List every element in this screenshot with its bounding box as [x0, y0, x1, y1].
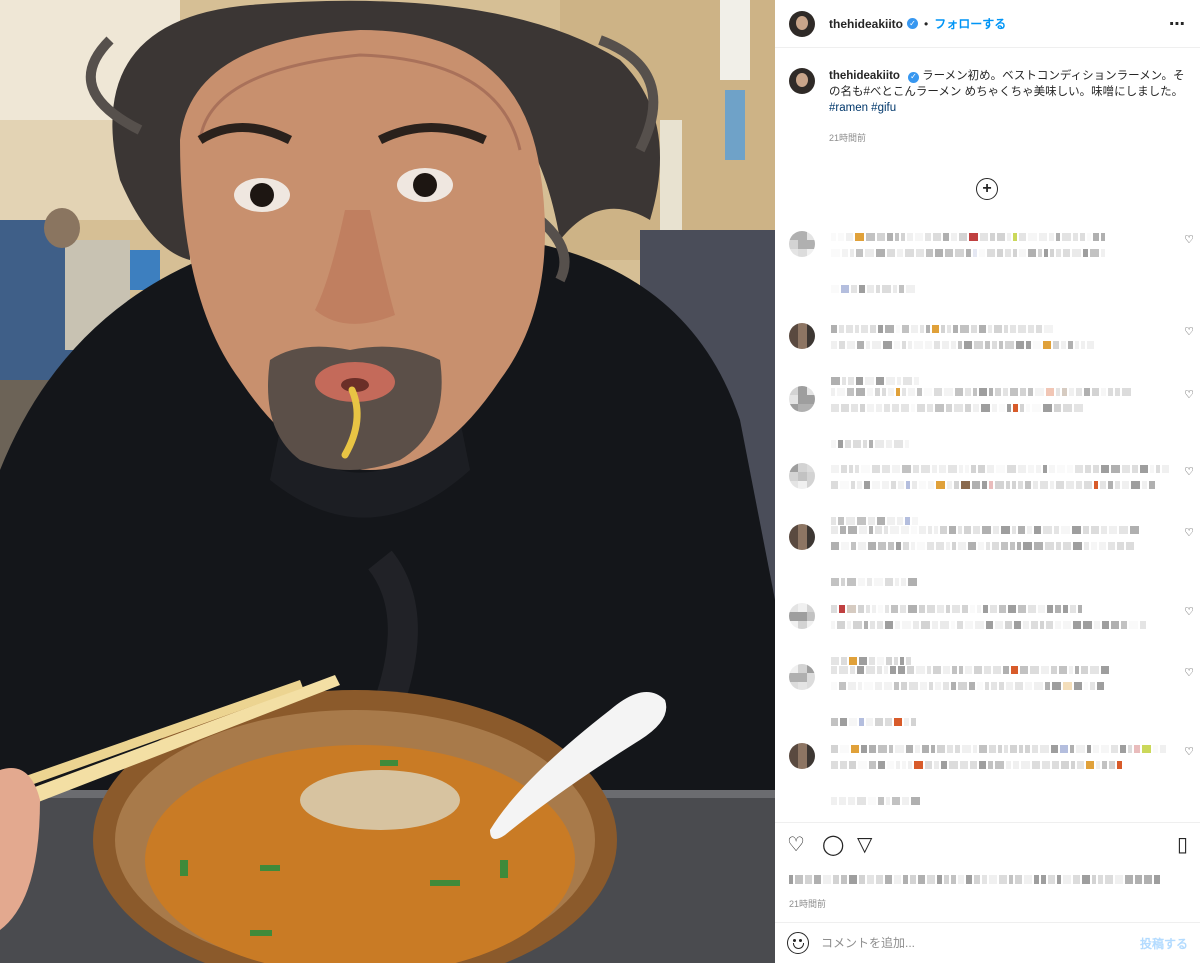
comment-row: ♡: [789, 225, 1194, 295]
comment-row: ♡: [789, 658, 1194, 728]
heart-icon[interactable]: ♡: [787, 835, 805, 855]
caption-username[interactable]: thehideakiito: [829, 70, 900, 82]
commenter-avatar[interactable]: [789, 524, 815, 550]
comment-heart-icon[interactable]: ♡: [1184, 325, 1194, 338]
add-comment-bar: 投稿する: [775, 922, 1200, 963]
comment-text-redacted: [831, 542, 1134, 550]
comment-text-redacted: [831, 404, 1083, 412]
commenter-avatar[interactable]: [789, 603, 815, 629]
post-side-panel: thehideakiito ✓ • フォローする ⋯ thehideakiito…: [775, 0, 1200, 963]
header-separator: •: [924, 16, 929, 31]
bookmark-icon[interactable]: ▯: [1177, 835, 1188, 855]
commenter-avatar[interactable]: [789, 743, 815, 769]
caption-timestamp: 21時間前: [829, 133, 867, 143]
commenter-avatar[interactable]: [789, 463, 815, 489]
likes-line-redacted: [789, 875, 1160, 884]
comment-text-redacted: [831, 341, 1094, 349]
comment-text-redacted: [831, 745, 1166, 753]
comment-input[interactable]: [821, 936, 1121, 950]
comment-row: ♡: [789, 737, 1194, 807]
caption-hashtags[interactable]: #ramen #gifu: [829, 102, 896, 114]
comment-text-redacted: [831, 526, 1139, 534]
share-icon[interactable]: ▽: [857, 835, 872, 855]
more-options-icon[interactable]: ⋯: [1169, 14, 1186, 34]
commenter-avatar[interactable]: [789, 386, 815, 412]
post-photo[interactable]: [0, 0, 775, 963]
comment-row: ♡: [789, 380, 1194, 450]
post-header: thehideakiito ✓ • フォローする ⋯: [775, 0, 1200, 48]
comment-text-redacted: [831, 388, 1131, 396]
comment-text-redacted: [831, 761, 1122, 769]
comment-text-redacted: [831, 578, 917, 586]
comment-heart-icon[interactable]: ♡: [1184, 465, 1194, 478]
comment-row: ♡: [789, 317, 1194, 387]
comment-heart-icon[interactable]: ♡: [1184, 526, 1194, 539]
commenter-avatar[interactable]: [789, 323, 815, 349]
comment-icon[interactable]: ◯: [822, 835, 844, 855]
caption-avatar[interactable]: [789, 68, 815, 94]
commenter-avatar[interactable]: [789, 664, 815, 690]
ramen-photo: [0, 0, 775, 963]
comment-heart-icon[interactable]: ♡: [1184, 666, 1194, 679]
verified-badge-icon: ✓: [907, 18, 919, 29]
post-timestamp: 21時間前: [789, 899, 827, 909]
comment-text-redacted: [831, 285, 915, 293]
emoji-icon[interactable]: [787, 932, 809, 954]
comment-text-redacted: [831, 465, 1169, 473]
follow-button[interactable]: フォローする: [934, 15, 1006, 32]
comment-heart-icon[interactable]: ♡: [1184, 605, 1194, 618]
comment-text-redacted: [831, 233, 1105, 241]
post-caption: thehideakiito ✓ ラーメン初め。ベストコンディションラーメン。その名…: [789, 68, 1189, 146]
comment-text-redacted: [831, 605, 1082, 613]
comment-row: ♡: [789, 518, 1194, 588]
comment-row: ♡: [789, 597, 1194, 667]
post-comment-button[interactable]: 投稿する: [1140, 935, 1188, 952]
comment-text-redacted: [831, 621, 1146, 629]
comment-row: ♡: [789, 457, 1194, 527]
verified-badge-icon: ✓: [907, 71, 919, 83]
comment-heart-icon[interactable]: ♡: [1184, 745, 1194, 758]
commenter-avatar[interactable]: [789, 231, 815, 257]
comment-text-redacted: [831, 666, 1109, 674]
comment-text-redacted: [831, 249, 1105, 257]
comment-heart-icon[interactable]: ♡: [1184, 388, 1194, 401]
comment-text-redacted: [831, 718, 916, 726]
comment-text-redacted: [831, 481, 1155, 489]
comment-text-redacted: [831, 325, 1053, 333]
comment-heart-icon[interactable]: ♡: [1184, 233, 1194, 246]
post-actions: ♡ ◯ ▽ ▯ 21時間前: [775, 822, 1200, 922]
author-avatar[interactable]: [789, 10, 815, 37]
author-username[interactable]: thehideakiito: [829, 17, 903, 31]
comment-text-redacted: [831, 440, 909, 448]
comment-text-redacted: [831, 797, 920, 805]
plus-circle-icon[interactable]: +: [976, 178, 998, 200]
comment-text-redacted: [831, 682, 1104, 690]
